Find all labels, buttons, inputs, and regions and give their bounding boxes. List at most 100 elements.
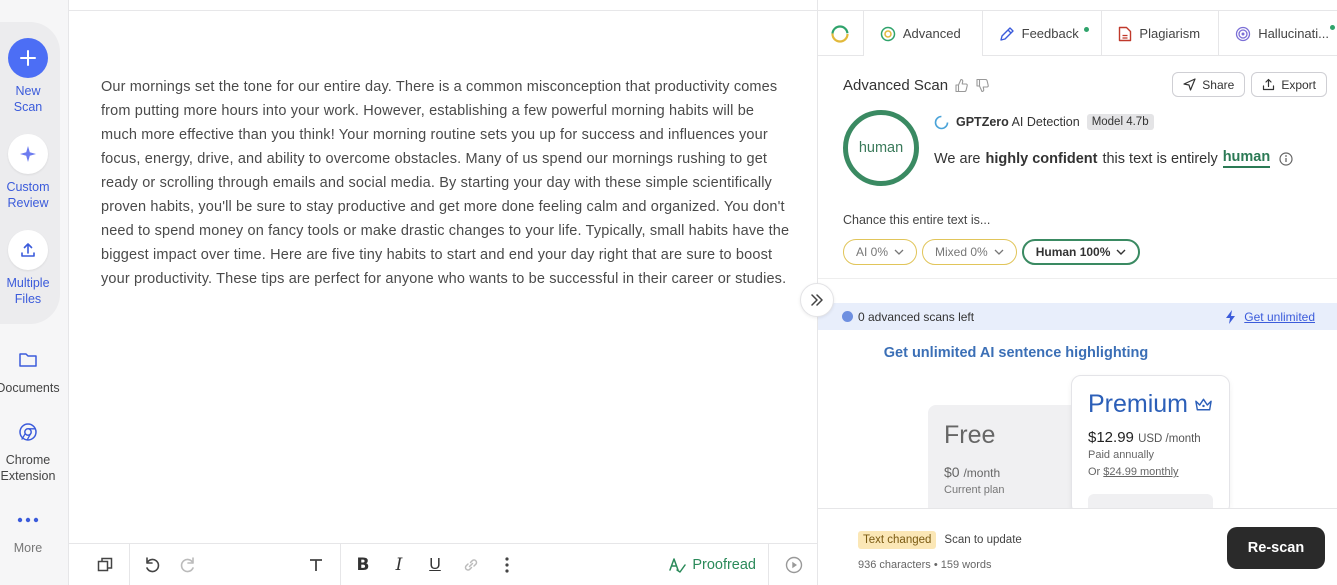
link-icon[interactable] — [453, 547, 489, 583]
tab-hallucination[interactable]: Hallucinati... — [1219, 11, 1337, 56]
more-vertical-icon[interactable] — [489, 547, 525, 583]
tab-plagiarism[interactable]: Plagiarism — [1102, 11, 1220, 56]
italic-icon[interactable]: I — [381, 547, 417, 583]
confidence-level: highly confident — [985, 150, 1098, 167]
left-rail: New Scan Custom Review Multiple Files Do… — [0, 0, 69, 585]
more-label: More — [13, 541, 43, 555]
human-probability-chip[interactable]: Human 100% — [1021, 239, 1141, 265]
lightning-icon — [1226, 309, 1236, 324]
export-button[interactable]: Export — [1251, 72, 1327, 97]
documents-label: Documents — [0, 381, 60, 395]
result-ring: human — [843, 110, 919, 186]
free-plan-price: $0 — [944, 464, 960, 480]
premium-monthly-link[interactable]: $24.99 monthly — [1103, 466, 1178, 478]
thumbs-down-icon[interactable] — [975, 78, 990, 93]
collapse-panel-button[interactable] — [800, 283, 834, 317]
scan-to-update-hint: Scan to update — [944, 534, 1022, 546]
tab-advanced-label: Advanced — [902, 26, 961, 41]
scan-status-bar: Text changed Scan to update 936 characte… — [818, 508, 1337, 585]
spiral-icon — [1236, 26, 1251, 41]
document-text[interactable]: Our mornings set the tone for our entire… — [101, 75, 791, 291]
pen-icon — [999, 26, 1014, 41]
premium-plan-period: USD /month — [1138, 433, 1201, 445]
get-unlimited-link[interactable]: Get unlimited — [1226, 309, 1315, 324]
free-plan-card[interactable]: Free $0 /month Current plan — [928, 405, 1078, 515]
free-plan-period: /month — [963, 466, 1001, 480]
premium-billing: Paid annually — [1088, 449, 1155, 461]
hallucination-status-dot — [1330, 25, 1335, 30]
chrome-extension-button[interactable]: Chrome Extension — [0, 417, 58, 484]
upload-icon — [8, 230, 48, 270]
proofread-icon — [669, 557, 687, 573]
documents-button[interactable]: Documents — [0, 345, 60, 396]
premium-plan-name: Premium — [1088, 390, 1189, 418]
ai-probability-label: AI 0% — [856, 245, 889, 259]
document-icon — [1119, 26, 1132, 41]
crown-icon — [1195, 398, 1212, 410]
new-scan-label: New Scan — [13, 84, 43, 114]
sparkle-icon — [8, 134, 48, 174]
multiple-files-label: Multiple Files — [6, 276, 50, 306]
proofread-label: Proofread — [692, 556, 756, 573]
redo-icon[interactable] — [170, 547, 206, 583]
advanced-scan-title: Advanced Scan — [843, 77, 949, 94]
scans-left-bar: 0 advanced scans left Get unlimited — [818, 303, 1337, 330]
model-badge: Model 4.7b — [1086, 114, 1154, 130]
chance-label: Chance this entire text is... — [843, 213, 991, 227]
export-label: Export — [1281, 77, 1316, 92]
scans-info-icon — [842, 311, 853, 322]
probability-chips: AI 0% Mixed 0% Human 100% — [843, 239, 1141, 265]
copy-icon[interactable] — [81, 547, 129, 583]
free-plan-note: Current plan — [944, 484, 1005, 496]
custom-review-label: Custom Review — [6, 180, 50, 210]
undo-icon[interactable] — [134, 547, 170, 583]
editor-toolbar: B I U Proofread — [69, 543, 818, 585]
tab-feedback[interactable]: Feedback — [983, 11, 1103, 56]
results-panel: Advanced Feedback Plagiarism Hallucinati… — [818, 0, 1337, 585]
share-button[interactable]: Share — [1172, 72, 1246, 97]
premium-plan-card[interactable]: Premium $12.99 USD /month Paid annually … — [1071, 375, 1230, 515]
folder-icon — [8, 345, 48, 375]
new-scan-button[interactable]: New Scan — [0, 38, 58, 115]
chrome-extension-label: Chrome Extension — [0, 453, 56, 483]
human-probability-label: Human 100% — [1035, 245, 1111, 259]
scan-actions: Share Export — [1172, 72, 1327, 97]
scans-left-text: 0 advanced scans left — [858, 309, 975, 324]
premium-plan-price: $12.99 — [1088, 429, 1134, 446]
info-icon[interactable] — [1279, 151, 1293, 166]
detector-suffix: AI Detection — [1011, 115, 1080, 129]
tab-feedback-label: Feedback — [1021, 26, 1079, 41]
tab-overview[interactable] — [818, 11, 864, 56]
send-icon — [1183, 78, 1196, 91]
upgrade-title: Get unlimited AI sentence highlighting — [883, 345, 1149, 361]
tab-plagiarism-label: Plagiarism — [1139, 26, 1201, 41]
premium-alt-prefix: Or — [1088, 466, 1101, 478]
more-button[interactable]: More — [0, 505, 58, 556]
double-chevron-right-icon — [811, 294, 823, 306]
underline-icon[interactable]: U — [417, 547, 453, 583]
mixed-probability-chip[interactable]: Mixed 0% — [922, 239, 1017, 265]
advanced-scan-icon — [880, 26, 896, 41]
custom-review-button[interactable]: Custom Review — [0, 134, 58, 211]
ai-probability-chip[interactable]: AI 0% — [843, 239, 918, 265]
gptzero-mark-icon — [934, 115, 949, 129]
play-button[interactable] — [768, 543, 818, 585]
proofread-button[interactable]: Proofread — [656, 544, 768, 585]
multiple-files-button[interactable]: Multiple Files — [0, 230, 58, 307]
mixed-probability-label: Mixed 0% — [935, 245, 988, 259]
confidence-result[interactable]: human — [1222, 149, 1271, 168]
tab-advanced[interactable]: Advanced — [863, 11, 983, 56]
chrome-icon — [8, 417, 48, 447]
more-dots-icon — [8, 505, 48, 535]
bold-icon[interactable]: B — [345, 547, 381, 583]
rescan-button[interactable]: Re-scan — [1227, 527, 1325, 569]
chevron-down-icon — [894, 249, 904, 255]
export-icon — [1263, 78, 1275, 91]
share-label: Share — [1202, 77, 1235, 92]
detector-line: GPTZero AI Detection Model 4.7b — [934, 114, 1154, 130]
free-plan-name: Free — [944, 421, 996, 449]
text-format-icon[interactable] — [298, 547, 334, 583]
thumbs-up-icon[interactable] — [954, 78, 969, 93]
detector-name: GPTZero — [956, 115, 1009, 129]
editor-area: Our mornings set the tone for our entire… — [69, 0, 818, 585]
